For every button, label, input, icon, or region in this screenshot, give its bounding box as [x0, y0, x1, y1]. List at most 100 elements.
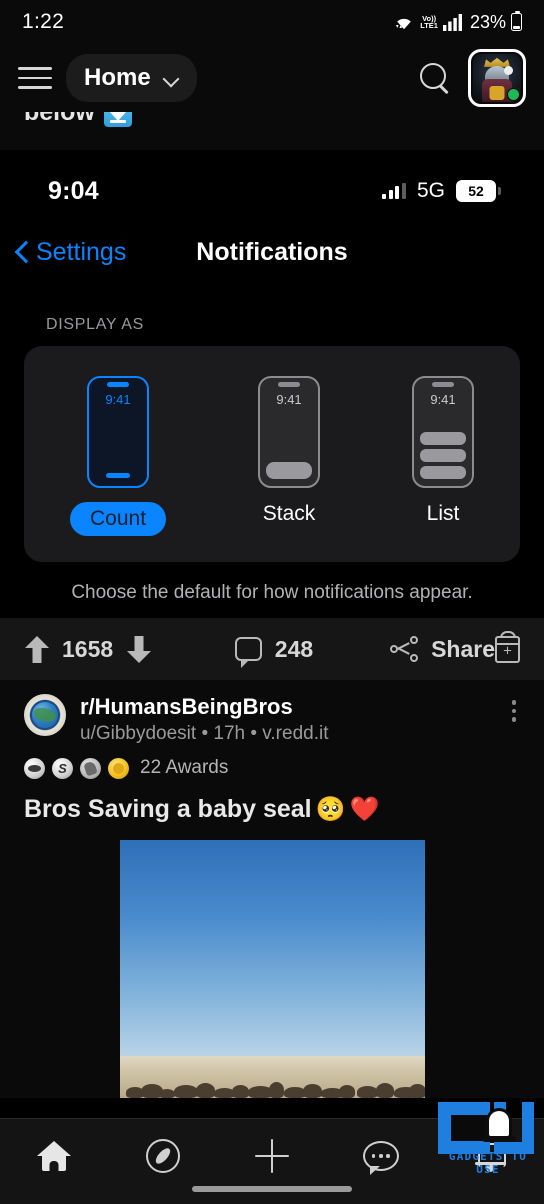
share-label: Share — [431, 635, 495, 662]
phone-preview-list: 9:41 — [412, 376, 474, 488]
phone-notch — [278, 382, 301, 387]
feed-selector-button[interactable]: Home — [66, 54, 197, 102]
downvote-arrow-icon[interactable] — [126, 636, 151, 663]
phone-preview-stack: 9:41 — [258, 376, 321, 488]
ios-clock: 9:04 — [48, 176, 99, 205]
post-action-bar: 1658 248 Share + — [0, 618, 544, 680]
pleading-face-emoji: 🥺 — [315, 795, 346, 823]
s-award-icon: S — [52, 757, 73, 779]
discover-compass-nav-icon — [146, 1139, 181, 1173]
phone-preview-time: 9:41 — [276, 392, 302, 407]
overflow-menu-icon[interactable] — [508, 694, 521, 728]
phone-preview-count: 9:41 — [87, 376, 149, 488]
back-to-settings-button[interactable]: Settings — [14, 238, 126, 267]
cutoff-title-text: below — [24, 112, 95, 126]
search-icon[interactable] — [418, 61, 452, 95]
phone-notch — [107, 382, 129, 387]
back-label: Settings — [36, 237, 127, 266]
battery-icon — [511, 10, 522, 31]
post-media-wrapper — [24, 840, 520, 1098]
previous-post-title-cutoff: below — [0, 112, 544, 150]
red-heart-emoji: ❤️ — [349, 795, 380, 823]
chevron-left-icon — [14, 238, 31, 266]
battery-icon: 52 — [456, 180, 501, 202]
seal-colony-video-thumbnail[interactable] — [119, 840, 425, 1098]
post-title-text: Bros Saving a baby seal — [24, 795, 312, 823]
home-indicator — [192, 1186, 352, 1192]
status-indicators: Vo)) LTE1 23% — [393, 10, 522, 33]
home-nav-item[interactable] — [0, 1133, 109, 1179]
stack-notification-bar — [266, 462, 313, 479]
handshake-award-icon — [80, 757, 101, 779]
display-option-label-stack: Stack — [262, 502, 316, 525]
top-bar-actions — [418, 49, 526, 107]
display-option-label-list: List — [426, 502, 460, 525]
notifications-nav-item[interactable] — [435, 1133, 544, 1179]
create-post-nav-item[interactable] — [218, 1133, 327, 1179]
bottom-navigation-bar: GADGETS TO USE — [0, 1102, 544, 1204]
subreddit-avatar-globe[interactable] — [24, 694, 66, 736]
post-score: 1658 — [62, 635, 114, 662]
share-icon — [390, 636, 419, 662]
display-option-stack[interactable]: 9:41 Stack — [258, 376, 321, 526]
share-button[interactable]: Share — [390, 636, 495, 663]
display-as-footnote: Choose the default for how notifications… — [71, 582, 473, 603]
silver-award-icon — [24, 757, 45, 779]
awards-count-label: 22 Awards — [140, 757, 229, 778]
online-status-dot — [507, 88, 520, 101]
upvote-arrow-icon[interactable] — [24, 636, 49, 663]
list-notification-bars — [420, 432, 466, 479]
notifications-bell-nav-icon — [474, 1140, 506, 1172]
feed-selector-label: Home — [84, 64, 151, 91]
display-option-count[interactable]: 9:41 Count — [69, 376, 167, 536]
chevron-down-icon — [164, 71, 179, 86]
cellular-signal-icon — [382, 183, 406, 199]
chat-nav-item[interactable] — [326, 1133, 435, 1179]
ios-status-bar: 9:04 5G 52 — [0, 162, 544, 220]
volte-indicator: Vo)) LTE1 — [420, 14, 438, 30]
chat-nav-icon — [362, 1141, 399, 1175]
network-type-label: 5G — [416, 179, 445, 202]
cutoff-title-row: below — [24, 112, 132, 127]
down-arrow-emoji — [103, 112, 132, 127]
vote-group: 1658 — [24, 636, 151, 663]
status-clock: 1:22 — [22, 10, 65, 33]
ios-status-indicators: 5G 52 — [382, 179, 501, 203]
post-meta-group: r/HumansBeingBros u/Gibbydoesit • 17h • … — [80, 694, 494, 745]
post-byline: u/Gibbydoesit • 17h • v.redd.it — [80, 723, 329, 744]
volte-bottom: LTE1 — [420, 21, 438, 30]
post-header: r/HumansBeingBros u/Gibbydoesit • 17h • … — [24, 694, 520, 745]
count-badge-bar — [106, 473, 130, 478]
comments-button[interactable]: 248 — [234, 635, 314, 668]
gold-award-icon — [108, 757, 129, 779]
android-status-bar: 1:22 Vo)) LTE1 23% — [0, 0, 544, 44]
subreddit-name[interactable]: r/HumansBeingBros — [80, 694, 494, 720]
display-as-card: 9:41 Count 9:41 Stack 9:41 List — [24, 346, 520, 562]
wifi-icon — [396, 18, 411, 30]
awards-row[interactable]: S 22 Awards — [24, 757, 520, 779]
give-award-button[interactable]: + — [494, 630, 521, 663]
phone-preview-time: 9:41 — [105, 392, 131, 407]
home-nav-icon — [37, 1141, 71, 1171]
cellular-signal-icon — [442, 13, 462, 31]
comment-count: 248 — [274, 635, 314, 662]
reddit-top-bar: Home — [0, 44, 544, 112]
post-card: r/HumansBeingBros u/Gibbydoesit • 17h • … — [0, 680, 544, 1098]
post-title: Bros Saving a baby seal 🥺 ❤️ — [24, 795, 520, 824]
battery-percent-label: 23% — [469, 11, 506, 32]
section-header-display-as: DISPLAY AS — [46, 316, 145, 333]
user-avatar[interactable] — [468, 49, 526, 107]
hamburger-menu-icon[interactable] — [18, 65, 52, 91]
display-option-label-count: Count — [69, 502, 167, 536]
phone-notch — [432, 382, 454, 387]
embedded-ios-screenshot: 9:04 5G 52 Settings Notifications DISPLA… — [0, 150, 544, 618]
battery-level-label: 52 — [468, 183, 484, 199]
create-post-plus-icon — [254, 1139, 289, 1173]
ios-navigation-bar: Settings Notifications — [0, 220, 544, 284]
give-award-icon: + — [494, 630, 521, 663]
discover-nav-item[interactable] — [109, 1133, 218, 1179]
page-title: Notifications — [196, 237, 348, 266]
phone-preview-time: 9:41 — [430, 392, 456, 407]
display-option-list[interactable]: 9:41 List — [412, 376, 474, 526]
seal-colony — [120, 1068, 425, 1098]
